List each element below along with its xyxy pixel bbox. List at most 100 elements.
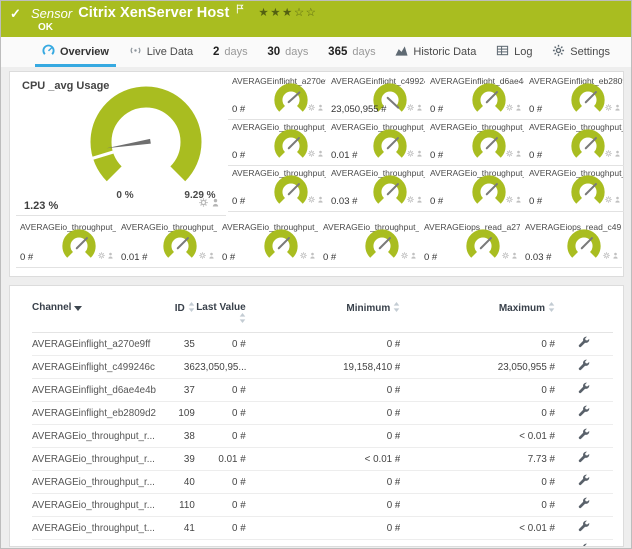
gear-icon[interactable]	[199, 194, 208, 212]
gear-icon[interactable]	[603, 246, 610, 264]
tab-settings[interactable]: Settings	[549, 37, 613, 67]
gear-icon[interactable]	[300, 246, 307, 264]
channel-settings-wrench-icon[interactable]	[578, 428, 590, 443]
gear-icon[interactable]	[407, 98, 414, 116]
cpu-avg-usage-gauge[interactable]: CPU _avg Usage 0 % 9.29 % 1.23 %	[16, 74, 226, 216]
gear-icon[interactable]	[407, 190, 414, 208]
tab-2-days[interactable]: 2 days	[210, 37, 251, 67]
table-row[interactable]: AVERAGEinflight_c499246c 36 23,050,95...…	[32, 355, 613, 379]
mini-gauge-cell[interactable]: AVERAGEio_throughput_write_... 0 #	[319, 220, 420, 268]
table-row[interactable]: AVERAGEio_throughput_r... 110 0 # 0 # 0 …	[32, 493, 613, 517]
mini-gauge-cell[interactable]: AVERAGEio_throughput_write_... 0.01 #	[117, 220, 218, 268]
tab-log[interactable]: Log	[493, 37, 535, 67]
channel-settings-wrench-icon[interactable]	[578, 405, 590, 420]
tab-historic-data[interactable]: Historic Data	[392, 37, 479, 67]
table-row[interactable]: AVERAGEio_throughput_r... 39 0.01 # < 0.…	[32, 447, 613, 471]
mini-gauge-cell[interactable]: AVERAGEio_throughput_read_... 0.01 #	[327, 120, 426, 166]
mini-gauge-cell[interactable]: AVERAGEinflight_c499246c 23,050,955 #	[327, 74, 426, 120]
mini-gauge-cell[interactable]: AVERAGEio_throughput_total_... 0 #	[525, 166, 624, 212]
pin-icon[interactable]	[416, 98, 423, 116]
col-header-id[interactable]: ID	[156, 300, 195, 333]
mini-gauge-cell[interactable]: AVERAGEio_throughput_total_... 0.03 #	[327, 166, 426, 212]
pin-icon[interactable]	[317, 98, 324, 116]
gauge-value: 0.01 #	[121, 252, 148, 263]
col-header-minimum[interactable]: Minimum	[245, 300, 401, 333]
pin-icon[interactable]	[515, 98, 522, 116]
pin-icon[interactable]	[511, 246, 518, 264]
mini-gauge-cell[interactable]: AVERAGEinflight_d6ae4e4b 0 #	[426, 74, 525, 120]
gauge-value: 0 #	[232, 104, 246, 115]
mini-gauge-cell[interactable]: AVERAGEinflight_eb2809d2 0 #	[525, 74, 624, 120]
pin-icon[interactable]	[317, 190, 324, 208]
col-header-last-value[interactable]: Last Value	[194, 300, 246, 333]
mini-gauge-cell[interactable]: AVERAGEio_throughput_write_... 0 #	[16, 220, 117, 268]
mini-gauge-cell[interactable]: AVERAGEio_throughput_write_... 0 #	[218, 220, 319, 268]
gauge-dial	[472, 129, 506, 158]
gear-icon[interactable]	[502, 246, 509, 264]
gauge-dial	[62, 229, 96, 258]
gear-icon[interactable]	[308, 98, 315, 116]
pin-icon[interactable]	[317, 144, 324, 162]
mini-gauge-cell[interactable]: AVERAGEinflight_a270e9ff 0 #	[228, 74, 327, 120]
gear-icon[interactable]	[308, 190, 315, 208]
gear-icon[interactable]	[199, 246, 206, 264]
gauge-dial	[567, 229, 601, 258]
gear-icon[interactable]	[506, 144, 513, 162]
mini-gauge-cell[interactable]: AVERAGEiops_read_c499246c 0.03 #	[521, 220, 622, 268]
pin-icon[interactable]	[208, 246, 215, 264]
table-row[interactable]: AVERAGEinflight_a270e9ff 35 0 # 0 # 0 #	[32, 332, 613, 356]
mini-gauge-cell[interactable]: AVERAGEio_throughput_total_... 0 #	[228, 166, 327, 212]
tab-365-days[interactable]: 365 days	[325, 37, 378, 67]
pin-icon[interactable]	[309, 246, 316, 264]
gauge-value: 23,050,955 #	[331, 104, 387, 115]
pin-icon[interactable]	[416, 144, 423, 162]
tab-overview[interactable]: Overview	[35, 37, 116, 67]
tab-live-data[interactable]: Live Data	[126, 37, 196, 67]
channel-table-body: AVERAGEinflight_a270e9ff 35 0 # 0 # 0 # …	[32, 332, 613, 546]
pin-icon[interactable]	[211, 194, 220, 212]
table-row[interactable]: AVERAGEio_throughput_r... 38 0 # 0 # < 0…	[32, 424, 613, 448]
pin-icon[interactable]	[107, 246, 114, 264]
gear-icon[interactable]	[605, 190, 612, 208]
sort-icon	[239, 313, 246, 326]
gear-icon[interactable]	[401, 246, 408, 264]
channel-settings-wrench-icon[interactable]	[578, 382, 590, 397]
pin-icon[interactable]	[515, 190, 522, 208]
pin-icon[interactable]	[416, 190, 423, 208]
gear-icon[interactable]	[605, 144, 612, 162]
table-row[interactable]: AVERAGEio_throughput_t... 42 0.03 # < 0.…	[32, 539, 613, 546]
channel-settings-wrench-icon[interactable]	[578, 336, 590, 351]
channel-settings-wrench-icon[interactable]	[578, 520, 590, 535]
flag-icon[interactable]	[236, 1, 245, 19]
gear-icon[interactable]	[308, 144, 315, 162]
pin-icon[interactable]	[612, 246, 619, 264]
pin-icon[interactable]	[410, 246, 417, 264]
mini-gauge-cell[interactable]: AVERAGEiops_read_a270e9ff 0 #	[420, 220, 521, 268]
gear-icon[interactable]	[98, 246, 105, 264]
mini-gauge-cell[interactable]: AVERAGEio_throughput_read_... 0 #	[525, 120, 624, 166]
table-row[interactable]: AVERAGEinflight_d6ae4e4b 37 0 # 0 # 0 #	[32, 378, 613, 402]
priority-stars[interactable]: ★★★☆☆	[258, 5, 317, 19]
gear-icon[interactable]	[407, 144, 414, 162]
pin-icon[interactable]	[614, 190, 621, 208]
table-row[interactable]: AVERAGEio_throughput_t... 41 0 # 0 # < 0…	[32, 516, 613, 540]
pin-icon[interactable]	[614, 98, 621, 116]
pin-icon[interactable]	[515, 144, 522, 162]
channel-settings-wrench-icon[interactable]	[578, 474, 590, 489]
gear-icon[interactable]	[605, 98, 612, 116]
col-header-maximum[interactable]: Maximum	[400, 300, 555, 333]
gear-icon[interactable]	[506, 190, 513, 208]
sensor-kind-label: Sensor	[31, 5, 73, 21]
pin-icon[interactable]	[614, 144, 621, 162]
mini-gauge-cell[interactable]: AVERAGEio_throughput_read_... 0 #	[228, 120, 327, 166]
mini-gauge-cell[interactable]: AVERAGEio_throughput_total_... 0 #	[426, 166, 525, 212]
col-header-channel[interactable]: Channel	[32, 300, 157, 333]
table-row[interactable]: AVERAGEio_throughput_r... 40 0 # 0 # 0 #	[32, 470, 613, 494]
mini-gauge-cell[interactable]: AVERAGEio_throughput_read_... 0 #	[426, 120, 525, 166]
channel-settings-wrench-icon[interactable]	[578, 451, 590, 466]
gear-icon[interactable]	[506, 98, 513, 116]
channel-settings-wrench-icon[interactable]	[578, 359, 590, 374]
tab-30-days[interactable]: 30 days	[264, 37, 311, 67]
table-row[interactable]: AVERAGEinflight_eb2809d2 109 0 # 0 # 0 #	[32, 401, 613, 425]
channel-settings-wrench-icon[interactable]	[578, 497, 590, 512]
